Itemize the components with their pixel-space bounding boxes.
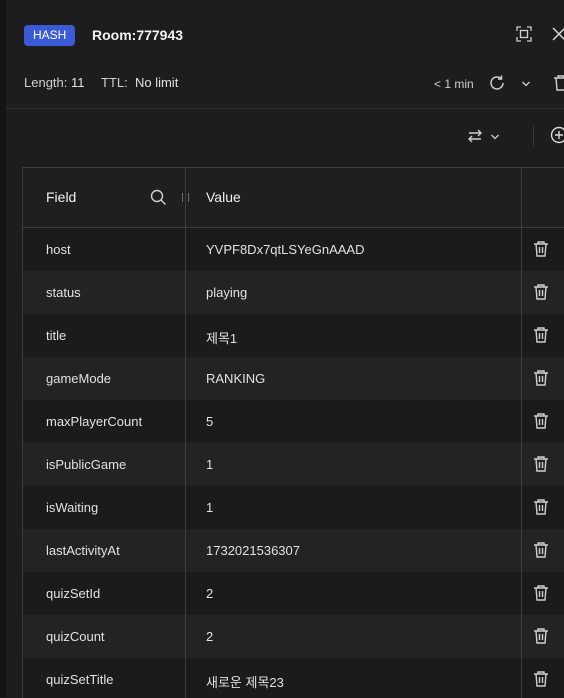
trash-icon[interactable] [532, 455, 550, 473]
table-row[interactable]: status playing [23, 271, 564, 314]
trash-icon[interactable] [532, 283, 550, 301]
ttl-label: TTL: [101, 75, 128, 90]
toolbar-separator [533, 126, 534, 146]
table-row[interactable]: maxPlayerCount 5 [23, 400, 564, 443]
trash-icon[interactable] [532, 412, 550, 430]
format-chevron-down-icon[interactable] [490, 133, 500, 141]
length-label: Length: [24, 75, 67, 90]
trash-icon[interactable] [532, 541, 550, 559]
table-row[interactable]: isPublicGame 1 [23, 443, 564, 486]
trash-icon[interactable] [532, 584, 550, 602]
key-type-badge: HASH [24, 25, 75, 46]
column-divider [521, 168, 522, 698]
field-cell: quizCount [46, 629, 105, 644]
key-name[interactable]: Room:777943 [92, 27, 183, 43]
value-cell[interactable]: 2 [206, 586, 213, 601]
ttl-info: TTL: No limit [101, 75, 178, 90]
value-cell[interactable]: 1 [206, 457, 213, 472]
value-cell[interactable]: playing [206, 285, 247, 300]
length-value: 11 [71, 75, 85, 90]
trash-icon[interactable] [532, 627, 550, 645]
fullscreen-icon[interactable] [516, 26, 532, 42]
field-cell: gameMode [46, 371, 111, 386]
value-cell[interactable]: 제목1 [206, 328, 237, 347]
field-cell: quizSetId [46, 586, 100, 601]
value-column-header: Value [206, 189, 241, 205]
table-header: Field Value [23, 168, 564, 228]
add-circle-icon[interactable] [550, 126, 564, 144]
close-icon[interactable] [552, 27, 564, 41]
search-icon[interactable] [150, 189, 167, 206]
header-divider [6, 108, 564, 109]
trash-icon[interactable] [532, 326, 550, 344]
table-row[interactable]: quizCount 2 [23, 615, 564, 658]
field-cell: title [46, 328, 66, 343]
refresh-icon[interactable] [488, 74, 506, 92]
field-cell: maxPlayerCount [46, 414, 142, 429]
value-cell[interactable]: YVPF8Dx7qtLSYeGnAAAD [206, 242, 365, 257]
chevron-down-icon[interactable] [521, 80, 531, 88]
trash-icon[interactable] [532, 670, 550, 688]
field-cell: lastActivityAt [46, 543, 120, 558]
trash-icon[interactable] [532, 369, 550, 387]
field-cell: status [46, 285, 81, 300]
swap-arrows-icon[interactable] [466, 127, 484, 145]
value-cell[interactable]: 1 [206, 500, 213, 515]
table-row[interactable]: gameMode RANKING [23, 357, 564, 400]
field-column-header: Field [46, 189, 76, 205]
value-cell[interactable]: 새로운 제목23 [206, 672, 284, 691]
table-row[interactable]: lastActivityAt 1732021536307 [23, 529, 564, 572]
value-cell[interactable]: 1732021536307 [206, 543, 300, 558]
key-details-header: HASH Room:777943 Length: 11 TTL: No limi… [6, 0, 564, 108]
column-divider [185, 168, 186, 698]
ttl-value[interactable]: No limit [135, 75, 178, 90]
hash-fields-table: Field Value host YVPF8Dx7qtLSYeGnAAAD stat… [22, 167, 564, 698]
table-row[interactable]: quizSetId 2 [23, 572, 564, 615]
value-cell[interactable]: RANKING [206, 371, 265, 386]
value-cell[interactable]: 5 [206, 414, 213, 429]
trash-icon[interactable] [552, 74, 564, 92]
table-row[interactable]: isWaiting 1 [23, 486, 564, 529]
last-refresh-text: < 1 min [434, 77, 474, 91]
field-cell: host [46, 242, 71, 257]
table-row[interactable]: quizSetTitle 새로운 제목23 [23, 658, 564, 698]
table-row[interactable]: title 제목1 [23, 314, 564, 357]
field-cell: quizSetTitle [46, 672, 113, 687]
table-row[interactable]: host YVPF8Dx7qtLSYeGnAAAD [23, 228, 564, 271]
trash-icon[interactable] [532, 498, 550, 516]
trash-icon[interactable] [532, 240, 550, 258]
length-info: Length: 11 [24, 75, 85, 90]
field-cell: isWaiting [46, 500, 98, 515]
value-cell[interactable]: 2 [206, 629, 213, 644]
field-cell: isPublicGame [46, 457, 126, 472]
